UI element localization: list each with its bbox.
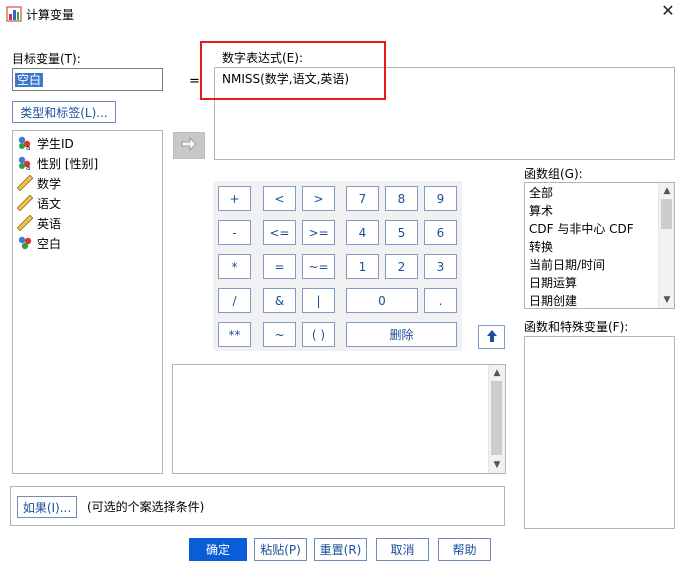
list-item[interactable]: a 性别 [性别] xyxy=(17,153,158,173)
cancel-button[interactable]: 取消 xyxy=(376,538,429,561)
variable-label: 性别 [性别] xyxy=(37,156,99,171)
scale-ruler-icon xyxy=(16,194,34,212)
if-condition-panel xyxy=(10,486,505,526)
description-scrollbar[interactable]: ▲ ▼ xyxy=(488,365,505,473)
key-2[interactable]: 2 xyxy=(385,254,418,279)
key-or[interactable]: | xyxy=(302,288,335,313)
nominal-icon: a xyxy=(17,135,33,152)
list-item[interactable]: CDF 与非中心 CDF xyxy=(529,220,670,238)
key-less-equal[interactable]: <= xyxy=(263,220,296,245)
variable-label: 学生ID xyxy=(37,136,74,151)
reset-button[interactable]: 重置(R) xyxy=(314,538,367,561)
key-and[interactable]: & xyxy=(263,288,296,313)
function-group-list[interactable]: 全部 算术 CDF 与非中心 CDF 转换 当前日期/时间 日期运算 日期创建 … xyxy=(524,182,675,309)
key-not-equal[interactable]: ~= xyxy=(302,254,335,279)
scale-ruler-icon xyxy=(16,214,34,232)
arrow-up-icon xyxy=(486,329,498,346)
nominal-icon: a xyxy=(17,155,33,172)
scroll-up-icon[interactable]: ▲ xyxy=(659,183,674,199)
nominal-balls-icon xyxy=(17,235,33,251)
key-4[interactable]: 4 xyxy=(346,220,379,245)
scroll-down-icon[interactable]: ▼ xyxy=(659,292,674,308)
scale-ruler-icon xyxy=(16,174,34,192)
key-greater-than[interactable]: > xyxy=(302,186,335,211)
arrow-right-icon xyxy=(181,137,197,154)
svg-text:a: a xyxy=(26,164,30,171)
key-3[interactable]: 3 xyxy=(424,254,457,279)
key-9[interactable]: 9 xyxy=(424,186,457,211)
app-icon xyxy=(6,6,22,22)
equals-sign: = xyxy=(189,74,200,89)
function-group-label: 函数组(G): xyxy=(524,167,583,181)
key-multiply[interactable]: * xyxy=(218,254,251,279)
close-icon[interactable]: ✕ xyxy=(660,3,676,19)
key-less-than[interactable]: < xyxy=(263,186,296,211)
key-equal[interactable]: = xyxy=(263,254,296,279)
ok-button[interactable]: 确定 xyxy=(189,538,247,561)
key-7[interactable]: 7 xyxy=(346,186,379,211)
key-plus[interactable]: + xyxy=(218,186,251,211)
key-0[interactable]: 0 xyxy=(346,288,418,313)
list-item[interactable]: 算术 xyxy=(529,202,670,220)
key-decimal[interactable]: . xyxy=(424,288,457,313)
svg-text:a: a xyxy=(26,144,30,151)
key-5[interactable]: 5 xyxy=(385,220,418,245)
move-variable-button[interactable] xyxy=(173,132,205,159)
type-and-label-button[interactable]: 类型和标签(L)... xyxy=(12,101,116,123)
insert-function-button[interactable] xyxy=(478,325,505,349)
key-parentheses[interactable]: ( ) xyxy=(302,322,335,347)
scroll-down-icon[interactable]: ▼ xyxy=(489,457,505,473)
variable-label: 空白 xyxy=(37,236,62,251)
list-item[interactable]: 日期运算 xyxy=(529,274,670,292)
list-item[interactable]: 英语 xyxy=(16,213,158,233)
list-item[interactable]: 转换 xyxy=(529,238,670,256)
key-greater-equal[interactable]: >= xyxy=(302,220,335,245)
key-minus[interactable]: - xyxy=(218,220,251,245)
help-button[interactable]: 帮助 xyxy=(438,538,491,561)
variable-list[interactable]: a 学生ID a 性别 [性别] 数学 语文 英语 空白 xyxy=(12,130,163,474)
key-1[interactable]: 1 xyxy=(346,254,379,279)
function-group-scrollbar[interactable]: ▲ ▼ xyxy=(658,183,674,308)
key-6[interactable]: 6 xyxy=(424,220,457,245)
key-divide[interactable]: / xyxy=(218,288,251,313)
target-variable-label: 目标变量(T): xyxy=(12,52,81,66)
variable-label: 数学 xyxy=(37,176,62,191)
list-item[interactable]: 空白 xyxy=(17,233,158,253)
list-item[interactable]: 当前日期/时间 xyxy=(529,256,670,274)
list-item[interactable]: 日期创建 xyxy=(529,292,670,308)
function-description-box: ▲ ▼ xyxy=(172,364,506,474)
window-title: 计算变量 xyxy=(26,8,75,22)
variable-label: 语文 xyxy=(37,196,62,211)
target-variable-input[interactable]: 空白 xyxy=(12,68,163,91)
scroll-thumb[interactable] xyxy=(661,199,672,229)
scroll-up-icon[interactable]: ▲ xyxy=(489,365,505,381)
list-item[interactable]: a 学生ID xyxy=(17,133,158,153)
variable-label: 英语 xyxy=(37,216,62,231)
if-button[interactable]: 如果(I)... xyxy=(17,496,77,518)
scroll-thumb[interactable] xyxy=(491,381,502,455)
special-variables-list[interactable] xyxy=(524,336,675,529)
special-variables-label: 函数和特殊变量(F): xyxy=(524,320,629,334)
key-8[interactable]: 8 xyxy=(385,186,418,211)
key-power[interactable]: ** xyxy=(218,322,251,347)
if-condition-note: (可选的个案选择条件) xyxy=(87,500,205,514)
list-item[interactable]: 语文 xyxy=(16,193,158,213)
key-not[interactable]: ~ xyxy=(263,322,296,347)
list-item[interactable]: 全部 xyxy=(529,184,670,202)
paste-button[interactable]: 粘贴(P) xyxy=(254,538,307,561)
target-variable-value: 空白 xyxy=(15,73,44,87)
key-delete[interactable]: 删除 xyxy=(346,322,457,347)
highlight-box xyxy=(200,41,386,100)
list-item[interactable]: 数学 xyxy=(16,173,158,193)
